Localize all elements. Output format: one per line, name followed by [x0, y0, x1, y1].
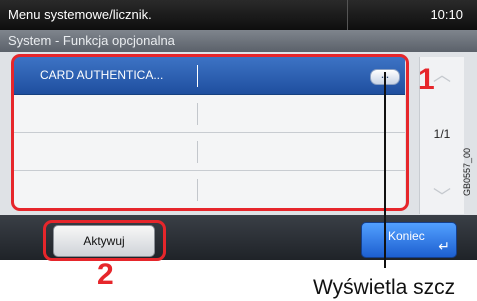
callout-marker-1: 1 [418, 63, 435, 96]
menu-title: Menu systemowe/licznik. [8, 7, 152, 22]
title-bar: Menu systemowe/licznik. 10:10 [0, 0, 477, 30]
callout-caption: Wyświetla szcz [313, 276, 456, 299]
end-button-label: Koniec [388, 229, 425, 243]
page-indicator: 1/1 [433, 127, 451, 141]
figure-code: GB0557_00 [462, 147, 472, 196]
end-button[interactable]: Koniec ↵ [361, 222, 457, 258]
highlight-frame-button [43, 220, 166, 261]
breadcrumb-bar: System - Funkcja opcjonalna [0, 30, 477, 52]
chevron-down-icon[interactable]: ﹀ [420, 183, 464, 209]
title-separator [347, 0, 348, 30]
breadcrumb: System - Funkcja opcjonalna [8, 33, 175, 48]
highlight-frame-list [11, 54, 409, 211]
callout-line [384, 72, 386, 268]
clock: 10:10 [430, 7, 463, 22]
enter-icon: ↵ [438, 238, 450, 254]
callout-marker-2: 2 [97, 258, 114, 291]
